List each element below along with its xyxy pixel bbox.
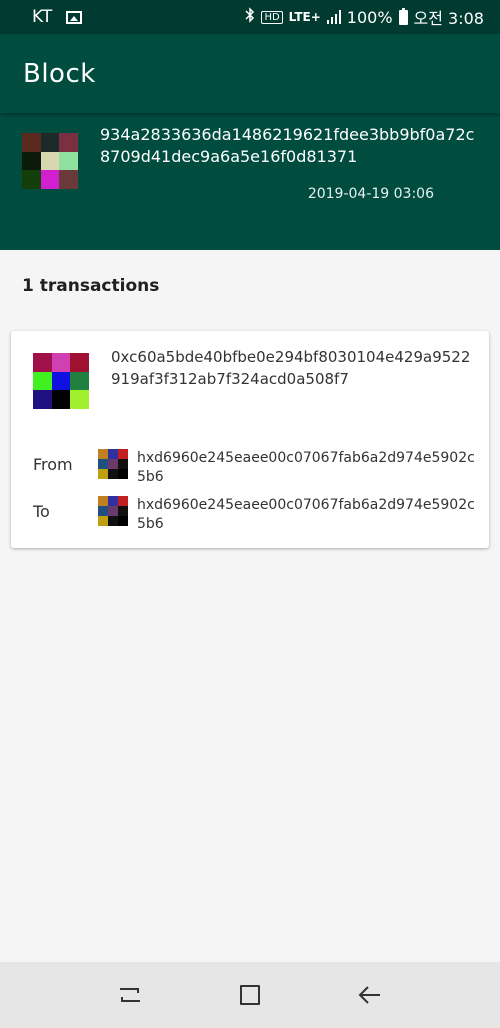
identicon-cell	[70, 390, 89, 409]
identicon-cell	[98, 469, 108, 479]
identicon-cell	[40, 133, 60, 152]
page-title: Block	[23, 58, 96, 89]
identicon-cell	[40, 151, 60, 171]
identicon-cell	[118, 469, 128, 479]
signal-strength-icon	[326, 10, 341, 24]
battery-percent: 100%	[346, 7, 393, 27]
transaction-card[interactable]: 0xc60a5bde40bfbe0e294bf8030104e429a95229…	[11, 331, 489, 548]
battery-icon	[398, 7, 408, 25]
status-left: KT	[32, 7, 83, 27]
block-identicon	[22, 133, 78, 189]
hd-voice-icon: HD	[261, 10, 283, 24]
image-notification-icon	[66, 10, 83, 24]
identicon-cell	[108, 449, 118, 459]
to-address: hxd6960e245eaee00c07067fab6a2d974e5902c5…	[137, 497, 475, 532]
block-hash: 934a2833636da1486219621fdee3bb9bf0a72c87…	[100, 125, 475, 166]
system-navigation-bar	[0, 962, 500, 1028]
transactions-count: 1 transactions	[22, 276, 160, 296]
to-row: To hxd6960e245eaee00c07067fab6a2d974e590…	[33, 496, 475, 536]
back-button[interactable]	[350, 975, 390, 1015]
identicon-cell	[108, 469, 118, 479]
identicon-cell	[59, 133, 78, 152]
identicon-cell	[98, 506, 108, 516]
identicon-cell	[108, 496, 118, 506]
identicon-cell	[118, 506, 128, 516]
recent-apps-button[interactable]	[110, 975, 150, 1015]
recent-apps-icon	[120, 988, 140, 1002]
identicon-cell	[22, 170, 41, 189]
identicon-cell	[59, 151, 78, 171]
network-type-label: LTE+	[288, 10, 321, 24]
status-bar: KT HD LTE+ 100% 오전 3:08	[0, 0, 500, 34]
home-icon	[240, 985, 260, 1005]
identicon-cell	[108, 459, 118, 469]
identicon-cell	[108, 506, 118, 516]
from-row: From hxd6960e245eaee00c07067fab6a2d974e5…	[33, 449, 475, 489]
clock: 오전 3:08	[413, 9, 484, 28]
identicon-cell	[51, 353, 71, 372]
home-button[interactable]	[230, 975, 270, 1015]
back-icon	[358, 986, 380, 1004]
identicon-cell	[33, 353, 52, 372]
identicon-cell	[98, 459, 108, 469]
identicon-cell	[51, 390, 71, 409]
identicon-cell	[98, 496, 108, 506]
bluetooth-icon	[245, 7, 255, 27]
identicon-cell	[33, 390, 52, 409]
status-right: HD LTE+ 100% 오전 3:08	[245, 5, 484, 29]
identicon-cell	[70, 371, 89, 391]
identicon-cell	[22, 133, 41, 152]
identicon-cell	[118, 516, 128, 526]
block-header: 934a2833636da1486219621fdee3bb9bf0a72c87…	[0, 113, 500, 250]
carrier-label: KT	[32, 7, 53, 27]
from-label: From	[33, 455, 73, 474]
identicon-cell	[108, 516, 118, 526]
identicon-cell	[98, 449, 108, 459]
identicon-cell	[59, 170, 78, 189]
transaction-identicon	[33, 353, 89, 409]
identicon-cell	[33, 371, 52, 391]
identicon-cell	[118, 496, 128, 506]
transaction-hash: 0xc60a5bde40bfbe0e294bf8030104e429a95229…	[111, 348, 471, 388]
identicon-cell	[22, 151, 41, 171]
identicon-cell	[118, 449, 128, 459]
block-timestamp: 2019-04-19 03:06	[307, 186, 434, 202]
identicon-cell	[40, 170, 60, 189]
to-label: To	[33, 502, 50, 521]
from-address-identicon	[98, 449, 128, 479]
app-bar: Block	[0, 34, 500, 113]
to-address-identicon	[98, 496, 128, 526]
identicon-cell	[98, 516, 108, 526]
from-address: hxd6960e245eaee00c07067fab6a2d974e5902c5…	[137, 450, 475, 485]
identicon-cell	[118, 459, 128, 469]
identicon-cell	[70, 353, 89, 372]
identicon-cell	[51, 371, 71, 391]
